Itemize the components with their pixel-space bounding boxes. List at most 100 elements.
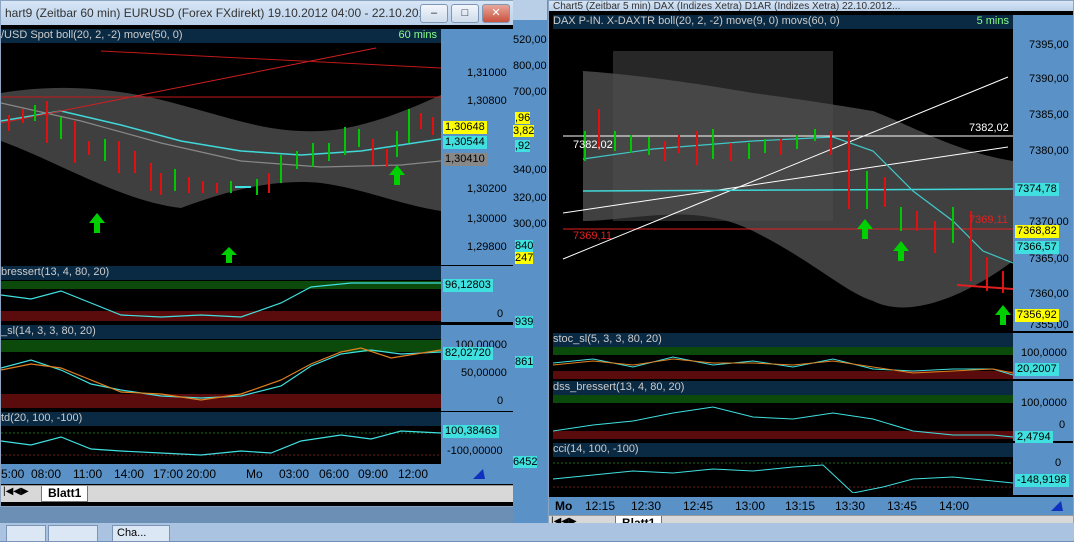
cursor-icon [1051, 501, 1063, 511]
close-button[interactable]: ✕ [482, 3, 510, 23]
y-tick: 0 [1055, 457, 1062, 469]
left-cci-axis[interactable]: 100,38463 -100,00000 [441, 412, 513, 464]
cursor-icon [473, 469, 485, 479]
right-title-bar[interactable]: Chart5 (Zeitbar 5 min) DAX (Indizes Xetr… [549, 1, 1073, 12]
cci-value-box: -148,9198 [1015, 474, 1069, 487]
x-tick: 06:00 [319, 467, 350, 481]
stoc-value-box: 82,02720 [443, 347, 493, 360]
mid-tick: 340,00 [513, 164, 547, 176]
x-tick: 12:30 [631, 499, 662, 513]
right-cci-label: cci(14, 100, -100) [553, 443, 639, 455]
price-value-box: 7368,82 [1015, 225, 1059, 238]
left-price-axis[interactable]: 1,31000 1,30800 1,30200 1,30000 1,29800 … [441, 29, 513, 265]
y-tick: 0 [497, 395, 504, 407]
mid-tick: 520,00 [513, 34, 547, 46]
right-dss-chart[interactable] [553, 395, 1013, 439]
mid-tick: 861 [515, 356, 534, 368]
left-stoc-chart[interactable] [1, 340, 441, 410]
mid-tick: 939 [515, 316, 534, 328]
left-cci-chart[interactable] [1, 427, 441, 463]
right-cci-axis[interactable]: 0 -148,9198 [1013, 443, 1073, 495]
x-tick: 17:00 [153, 467, 184, 481]
left-sheet-tab[interactable]: Blatt1 [41, 486, 89, 502]
cci-value-box: 100,38463 [443, 425, 499, 438]
right-price-indicator-label: DAX P-IN. X-DAXTR boll(20, 2, -2) move(9… [553, 15, 840, 27]
y-tick: 1,30200 [467, 183, 507, 195]
mid-tick: 840 [515, 240, 534, 252]
right-stoc-label: stoc_sl(5, 3, 3, 80, 20) [553, 333, 662, 345]
middle-hidden-window: 520,00 800,00 700,00 ,96 3,82 ,92 340,00… [513, 0, 547, 523]
y-tick: 50,00000 [461, 367, 507, 379]
mid-tick: ,92 [515, 140, 531, 152]
right-cci-chart[interactable] [553, 457, 1013, 493]
left-chart-window: hart9 (Zeitbar 60 min) EURUSD (Forex FXd… [0, 0, 514, 507]
x-tick: 13:30 [835, 499, 866, 513]
y-tick: 100,0000 [1021, 397, 1067, 409]
y-tick: 1,29800 [467, 241, 507, 253]
x-tick: 13:45 [887, 499, 918, 513]
y-tick: 100,0000 [1021, 347, 1067, 359]
taskbar: Cha... [0, 523, 1074, 542]
left-time-axis: 5:00 08:00 11:00 14:00 17:00 20:00 Mo 03… [1, 464, 513, 484]
line-label: 7382,02 [969, 122, 1009, 134]
taskbar-button[interactable] [6, 525, 46, 542]
mid-tick: 300,00 [513, 218, 547, 230]
right-stoc-header: stoc_sl(5, 3, 3, 80, 20) [553, 333, 1013, 347]
right-price-chart[interactable] [553, 31, 1013, 329]
y-tick: 1,30000 [467, 213, 507, 225]
x-tick: 14:00 [939, 499, 970, 513]
y-tick: 1,31000 [467, 67, 507, 79]
y-tick: 0 [1059, 419, 1066, 431]
right-dss-label: dss_bressert(13, 4, 80, 20) [553, 381, 685, 393]
left-price-panel-header: /USD Spot boll(20, 2, -2) move(50, 0) 60… [1, 29, 441, 43]
right-price-panel-header: DAX P-IN. X-DAXTR boll(20, 2, -2) move(9… [553, 15, 1013, 29]
price-value-box: 1,30410 [443, 153, 487, 166]
y-tick: 7365,00 [1029, 253, 1069, 265]
y-tick: 7395,00 [1029, 39, 1069, 51]
taskbar-button-chart[interactable]: Cha... [112, 525, 170, 542]
left-sheet-tabbar: |◀◀▶ Blatt1 [1, 485, 513, 502]
maximize-button[interactable]: □ [451, 3, 479, 23]
right-stoc-axis[interactable]: 100,0000 20,2007 [1013, 333, 1073, 379]
left-timeframe-label: 60 mins [398, 29, 437, 41]
y-tick: 0 [497, 308, 504, 320]
right-chart-window: Chart5 (Zeitbar 5 min) DAX (Indizes Xetr… [548, 0, 1074, 532]
minimize-button[interactable]: – [420, 3, 448, 23]
middle-labels: 520,00 800,00 700,00 ,96 3,82 ,92 340,00… [513, 0, 547, 505]
left-title-bar[interactable]: hart9 (Zeitbar 60 min) EURUSD (Forex FXd… [1, 1, 513, 25]
left-dss-chart[interactable] [1, 281, 441, 323]
y-tick: 7385,00 [1029, 109, 1069, 121]
left-window-title: hart9 (Zeitbar 60 min) EURUSD (Forex FXd… [5, 6, 420, 20]
left-price-chart[interactable] [1, 43, 441, 265]
line-label: 7369,11 [573, 230, 612, 242]
left-cci-label: td(20, 100, -100) [1, 412, 83, 424]
price-value-box: 1,30544 [443, 136, 487, 149]
taskbar-button[interactable] [48, 525, 98, 542]
y-tick: 7360,00 [1029, 288, 1069, 300]
right-stoc-chart[interactable] [553, 347, 1013, 379]
x-tick: Mo [555, 499, 573, 513]
left-stoc-axis[interactable]: 100,00000 82,02720 50,00000 0 [441, 325, 513, 411]
x-tick: 08:00 [31, 467, 62, 481]
x-tick: 12:45 [683, 499, 714, 513]
x-tick: 13:00 [735, 499, 766, 513]
price-value-box: 7374,78 [1015, 183, 1059, 196]
right-dss-axis[interactable]: 100,0000 0 2,4794 [1013, 381, 1073, 444]
left-stoc-label: _sl(14, 3, 3, 80, 20) [1, 325, 96, 337]
mid-tick: 3,82 [513, 125, 535, 137]
mid-tick: ,96 [515, 112, 531, 124]
mid-tick: 247 [515, 252, 534, 264]
left-cci-header: td(20, 100, -100) [1, 412, 441, 426]
x-tick: 03:00 [279, 467, 310, 481]
right-dss-header: dss_bressert(13, 4, 80, 20) [553, 381, 1013, 395]
left-dss-header: bressert(13, 4, 80, 20) [1, 266, 441, 280]
price-value-box: 7366,57 [1015, 241, 1059, 254]
mid-tick: 320,00 [513, 192, 547, 204]
left-dss-axis[interactable]: 96,12803 0 [441, 266, 513, 322]
y-tick: 7380,00 [1029, 145, 1069, 157]
right-price-axis[interactable]: 7395,00 7390,00 7385,00 7380,00 7370,00 … [1013, 15, 1073, 331]
x-tick: Mo [246, 467, 263, 481]
left-stoc-header: _sl(14, 3, 3, 80, 20) [1, 325, 441, 339]
nav-first-icon[interactable]: |◀◀▶ [3, 486, 29, 497]
dss-value-box: 96,12803 [443, 279, 493, 292]
